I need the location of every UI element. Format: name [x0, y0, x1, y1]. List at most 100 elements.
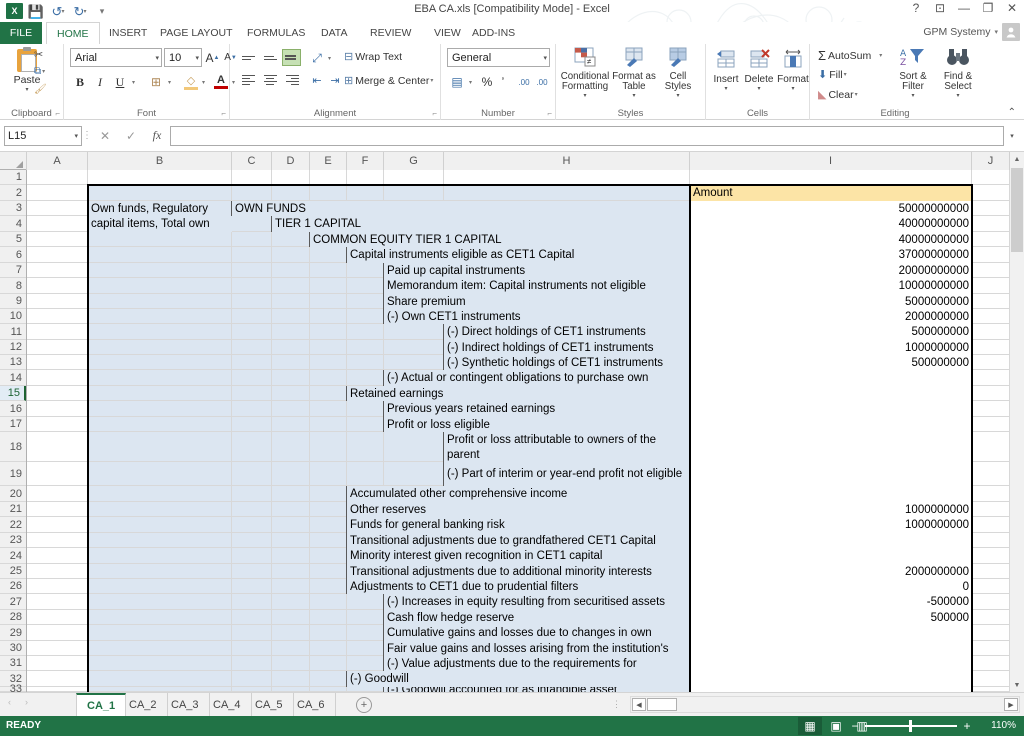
table-row-label[interactable]: COMMON EQUITY TIER 1 CAPITAL — [310, 232, 689, 247]
sort-filter-button[interactable]: A Z Sort & Filter ▾ — [892, 47, 934, 99]
table-row-label[interactable]: (-) Actual or contingent obligations to … — [384, 370, 689, 386]
row-header-29[interactable]: 29 — [0, 625, 26, 641]
table-row-label[interactable]: Memorandum item: Capital instruments not… — [384, 278, 689, 294]
tab-insert[interactable]: INSERT — [99, 22, 157, 44]
row-header-19[interactable]: 19 — [0, 462, 26, 486]
column-header-b[interactable]: B — [88, 152, 232, 170]
split-grip[interactable]: ⋮ — [612, 699, 621, 710]
row-header-8[interactable]: 8 — [0, 278, 26, 294]
table-row-amount[interactable] — [690, 370, 972, 386]
previous-sheet-button[interactable]: ‹ — [8, 697, 11, 707]
row-header-2[interactable]: 2 — [0, 185, 26, 201]
orientation-button[interactable]: ⤢ — [308, 49, 326, 67]
row-header-9[interactable]: 9 — [0, 294, 26, 309]
table-row-label[interactable]: Cumulative gains and losses due to chang… — [384, 625, 689, 641]
table-row-label[interactable]: Profit or loss attributable to owners of… — [444, 432, 689, 462]
row-header-21[interactable]: 21 — [0, 502, 26, 517]
row-header-3[interactable]: 3 — [0, 201, 26, 216]
table-row-label[interactable]: (-) Direct holdings of CET1 instruments — [444, 324, 689, 340]
close-button[interactable]: ✕ — [1004, 1, 1020, 15]
autosum-caret-icon[interactable]: ▾ — [879, 52, 882, 59]
table-row-label[interactable]: Transitional adjustments due to addition… — [347, 564, 689, 579]
delete-cells-button[interactable]: Delete ▾ — [742, 49, 776, 92]
row-header-25[interactable]: 25 — [0, 564, 26, 579]
format-as-table-caret-icon[interactable]: ▾ — [612, 92, 656, 99]
align-middle-button[interactable] — [260, 49, 280, 67]
ribbon-display-options-button[interactable]: ⊡ — [932, 1, 948, 15]
table-row-amount[interactable]: 2000000000 — [690, 564, 972, 579]
increase-font-size-button[interactable]: A ▲ — [204, 48, 221, 67]
row-header-23[interactable]: 23 — [0, 533, 26, 548]
table-row-amount[interactable]: 40000000000 — [690, 216, 972, 232]
row-header-20[interactable]: 20 — [0, 486, 26, 502]
find-select-button[interactable]: Find & Select ▾ — [936, 47, 980, 99]
table-row-amount[interactable] — [690, 641, 972, 656]
table-row-label[interactable]: (-) Part of interim or year-end profit n… — [444, 462, 689, 486]
amount-column-header[interactable]: Amount — [690, 185, 972, 201]
row-header-11[interactable]: 11 — [0, 324, 26, 340]
column-header-h[interactable]: H — [444, 152, 690, 170]
cancel-formula-button[interactable]: ✕ — [92, 126, 118, 146]
align-left-button[interactable] — [238, 71, 258, 89]
table-row-label[interactable]: OWN FUNDS — [232, 201, 689, 216]
normal-view-button[interactable]: ▦ — [798, 717, 822, 735]
table-row-amount[interactable]: 10000000000 — [690, 278, 972, 294]
tab-review[interactable]: REVIEW — [360, 22, 421, 44]
horizontal-scrollbar[interactable]: ◀ ▶ — [630, 696, 1020, 713]
row-header-15[interactable]: 15 — [0, 386, 26, 401]
avatar[interactable] — [1002, 23, 1020, 41]
row-header-22[interactable]: 22 — [0, 517, 26, 533]
merge-center-button[interactable]: ⊞ Merge & Center ▾ — [344, 74, 433, 88]
find-select-caret-icon[interactable]: ▾ — [936, 92, 980, 99]
table-row-amount[interactable]: 37000000000 — [690, 247, 972, 263]
restore-button[interactable]: ❐ — [980, 1, 996, 15]
table-row-label[interactable]: (-) Indirect holdings of CET1 instrument… — [444, 340, 689, 355]
align-right-button[interactable] — [282, 71, 302, 89]
table-row-amount[interactable] — [690, 671, 972, 687]
user-caret-icon[interactable]: ▾ — [994, 28, 998, 36]
scroll-right-button[interactable]: ▶ — [1004, 698, 1018, 711]
row-header-13[interactable]: 13 — [0, 355, 26, 370]
table-row-amount[interactable]: 50000000000 — [690, 201, 972, 216]
font-name-caret-icon[interactable]: ▾ — [155, 54, 159, 62]
scroll-down-button[interactable]: ▼ — [1010, 678, 1024, 692]
bold-button[interactable]: B — [71, 72, 89, 92]
copy-caret-icon[interactable]: ▾ — [42, 68, 45, 75]
add-sheet-button[interactable]: + — [356, 697, 372, 713]
align-center-button[interactable] — [260, 71, 280, 89]
row-header-26[interactable]: 26 — [0, 579, 26, 594]
borders-button[interactable]: ⊞ — [146, 72, 166, 92]
table-row-amount[interactable] — [690, 656, 972, 671]
underline-caret-button[interactable]: ▾ — [129, 72, 139, 92]
tab-page-layout[interactable]: PAGE LAYOUT — [150, 22, 243, 44]
table-row-label[interactable]: (-) Increases in equity resulting from s… — [384, 594, 689, 610]
zoom-in-button[interactable]: + — [962, 719, 972, 733]
table-row-label[interactable]: TIER 1 CAPITAL — [272, 216, 689, 232]
table-row-amount[interactable]: 40000000000 — [690, 232, 972, 247]
autosum-button[interactable]: Σ AutoSum ▾ — [818, 48, 882, 63]
table-row-amount[interactable] — [690, 486, 972, 502]
accounting-caret-button[interactable]: ▾ — [466, 72, 476, 92]
clear-caret-icon[interactable]: ▾ — [855, 91, 858, 98]
format-as-table-button[interactable]: Format as Table ▾ — [612, 47, 656, 99]
collapse-ribbon-button[interactable]: ⌃ — [1008, 107, 1016, 118]
table-row-amount[interactable]: 20000000000 — [690, 263, 972, 278]
table-row-label[interactable]: Cash flow hedge reserve — [384, 610, 689, 625]
delete-caret-icon[interactable]: ▾ — [742, 85, 776, 92]
table-row-amount[interactable]: 1000000000 — [690, 340, 972, 355]
column-header-a[interactable]: A — [27, 152, 88, 170]
alignment-dialog-launcher[interactable]: ⌐ — [432, 109, 437, 118]
horizontal-scrollbar-thumb[interactable] — [647, 698, 677, 711]
minimize-button[interactable]: — — [956, 1, 972, 15]
fill-button[interactable]: ⬇ Fill ▾ — [818, 68, 847, 82]
row-header-14[interactable]: 14 — [0, 370, 26, 386]
row-header-10[interactable]: 10 — [0, 309, 26, 324]
formula-input[interactable] — [170, 125, 1004, 146]
tab-home[interactable]: HOME — [46, 22, 100, 44]
fill-caret-icon-editing[interactable]: ▾ — [844, 71, 847, 78]
row-header-12[interactable]: 12 — [0, 340, 26, 355]
table-row-label[interactable]: Adjustments to CET1 due to prudential fi… — [347, 579, 689, 594]
tab-formulas[interactable]: FORMULAS — [237, 22, 315, 44]
table-row-amount[interactable]: 500000000 — [690, 324, 972, 340]
row-header-16[interactable]: 16 — [0, 401, 26, 417]
